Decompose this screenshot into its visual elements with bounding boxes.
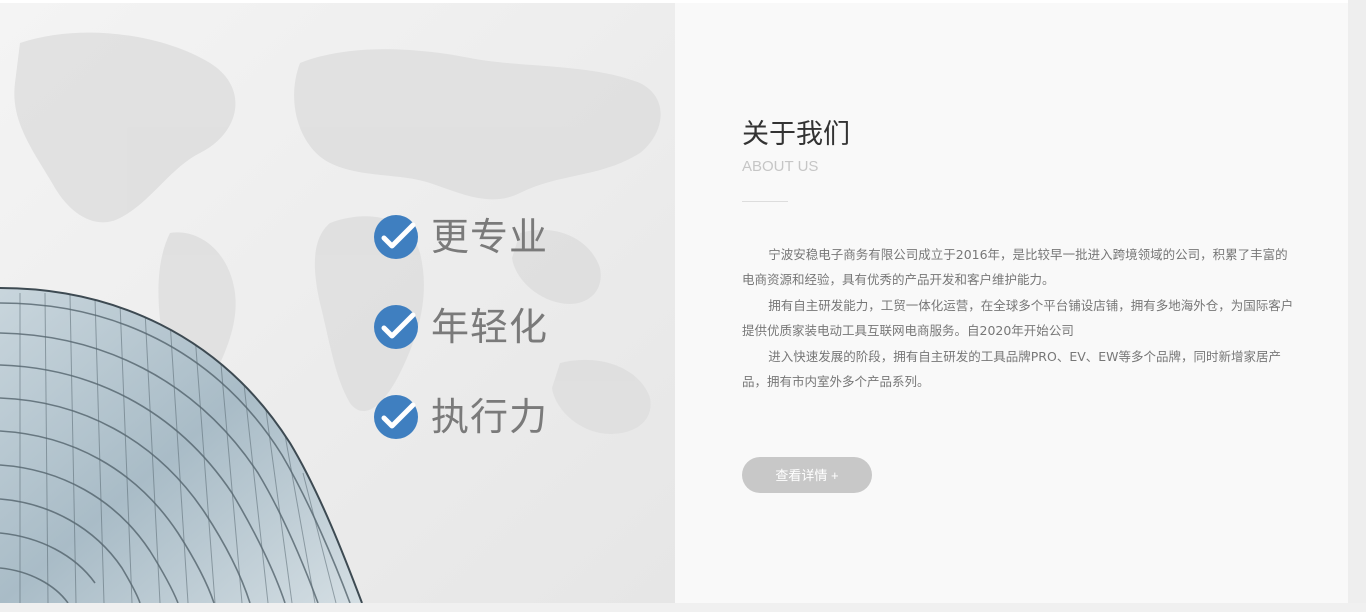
about-paragraph: 宁波安稳电子商务有限公司成立于2016年，是比较早一批进入跨境领域的公司，积累了…: [742, 247, 1288, 288]
page: 更专业 年轻化 执行力 关于我们 ABOUT US 宁波安稳电子商务有限公司成立…: [0, 0, 1366, 612]
feature-list: 更专业 年轻化 执行力: [373, 208, 548, 478]
section-title: 关于我们: [742, 119, 850, 150]
about-description: 宁波安稳电子商务有限公司成立于2016年，是比较早一批进入跨境领域的公司，积累了…: [742, 242, 1298, 394]
section-subtitle: ABOUT US: [742, 158, 819, 175]
check-circle-icon: [374, 305, 418, 349]
feature-label: 年轻化: [431, 305, 549, 349]
title-divider: [742, 201, 788, 202]
check-circle-icon: [374, 395, 418, 439]
feature-label: 更专业: [431, 215, 549, 259]
about-paragraph: 拥有自主研发能力，工贸一体化运营，在全球多个平台铺设店铺，拥有多地海外仓，为国际…: [742, 297, 1294, 339]
view-details-button[interactable]: 查看详情 +: [742, 457, 872, 493]
bottom-strip: [0, 603, 1366, 612]
world-map-building-image: [0, 3, 675, 603]
about-section: 关于我们 ABOUT US 宁波安稳电子商务有限公司成立于2016年，是比较早一…: [675, 3, 1348, 603]
about-paragraph: 进入快速发展的阶段，拥有自主研发的工具品牌PRO、EV、EW等多个品牌，同时新增…: [742, 348, 1282, 390]
feature-item-professional: 更专业: [373, 208, 548, 266]
hero-image-panel: 更专业 年轻化 执行力: [0, 3, 675, 603]
check-circle-icon: [374, 215, 418, 259]
feature-item-young: 年轻化: [373, 298, 548, 356]
scrollbar-track[interactable]: [1348, 0, 1366, 612]
feature-label: 执行力: [431, 395, 549, 439]
feature-item-execution: 执行力: [373, 388, 548, 446]
